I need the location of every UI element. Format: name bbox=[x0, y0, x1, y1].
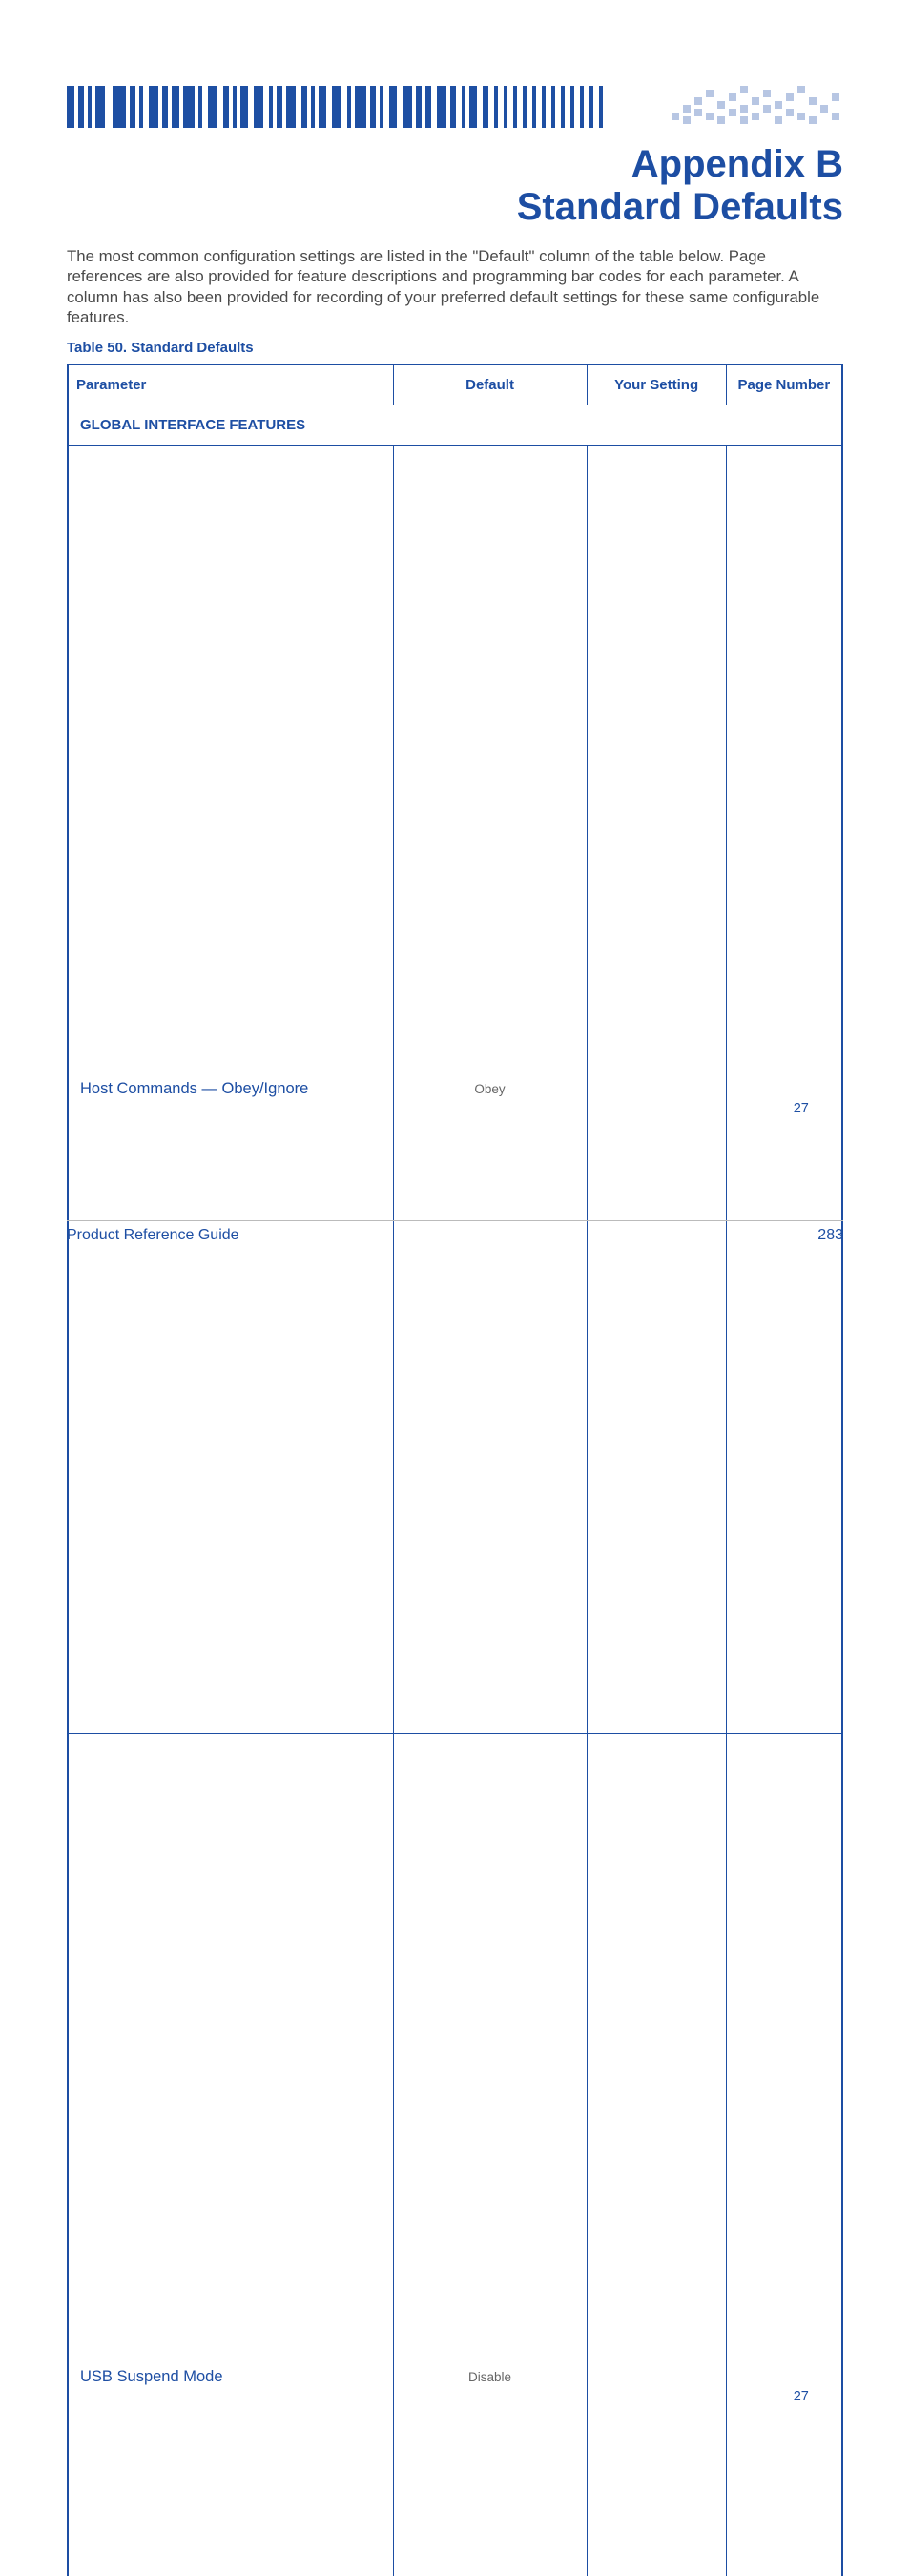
page-link[interactable]: 27 bbox=[794, 1101, 809, 1116]
pixel-graphic bbox=[672, 86, 843, 128]
section-label: GLOBAL INTERFACE FEATURES bbox=[68, 405, 842, 445]
parameter-cell: Host Commands — Obey/Ignore bbox=[68, 445, 393, 1733]
barcode-graphic bbox=[67, 86, 658, 128]
appendix-title-line2: Standard Defaults bbox=[67, 186, 843, 229]
page-link[interactable]: 27 bbox=[794, 2389, 809, 2404]
your-setting-cell bbox=[587, 445, 726, 1733]
decorative-barcode bbox=[67, 86, 843, 128]
footer-left: Product Reference Guide bbox=[67, 1227, 239, 1244]
parameter-cell: USB Suspend Mode bbox=[68, 1733, 393, 2576]
appendix-title-line1: Appendix B bbox=[67, 143, 843, 186]
appendix-heading: Appendix B Standard Defaults bbox=[67, 143, 843, 229]
table-row: Host Commands — Obey/Ignore Obey 27 bbox=[68, 445, 842, 1733]
defaults-table: Parameter Default Your Setting Page Numb… bbox=[67, 364, 843, 2576]
col-page-number: Page Number bbox=[726, 364, 842, 405]
page-footer: Product Reference Guide 283 bbox=[67, 1220, 843, 1244]
col-default: Default bbox=[393, 364, 587, 405]
parameter-link[interactable]: Host Commands — Obey/Ignore bbox=[80, 1080, 308, 1097]
col-parameter: Parameter bbox=[68, 364, 393, 405]
default-cell: Obey bbox=[393, 445, 587, 1733]
table-section-row: GLOBAL INTERFACE FEATURES bbox=[68, 405, 842, 445]
parameter-link[interactable]: USB Suspend Mode bbox=[80, 2368, 223, 2385]
page-cell: 27 bbox=[726, 445, 842, 1733]
page-cell: 27 bbox=[726, 1733, 842, 2576]
footer-right: 283 bbox=[817, 1227, 843, 1244]
table-row: USB Suspend Mode Disable 27 bbox=[68, 1733, 842, 2576]
table-header-row: Parameter Default Your Setting Page Numb… bbox=[68, 364, 842, 405]
default-cell: Disable bbox=[393, 1733, 587, 2576]
table-caption: Table 50. Standard Defaults bbox=[67, 340, 843, 356]
col-your-setting: Your Setting bbox=[587, 364, 726, 405]
intro-paragraph: The most common configuration settings a… bbox=[67, 246, 843, 328]
your-setting-cell bbox=[587, 1733, 726, 2576]
